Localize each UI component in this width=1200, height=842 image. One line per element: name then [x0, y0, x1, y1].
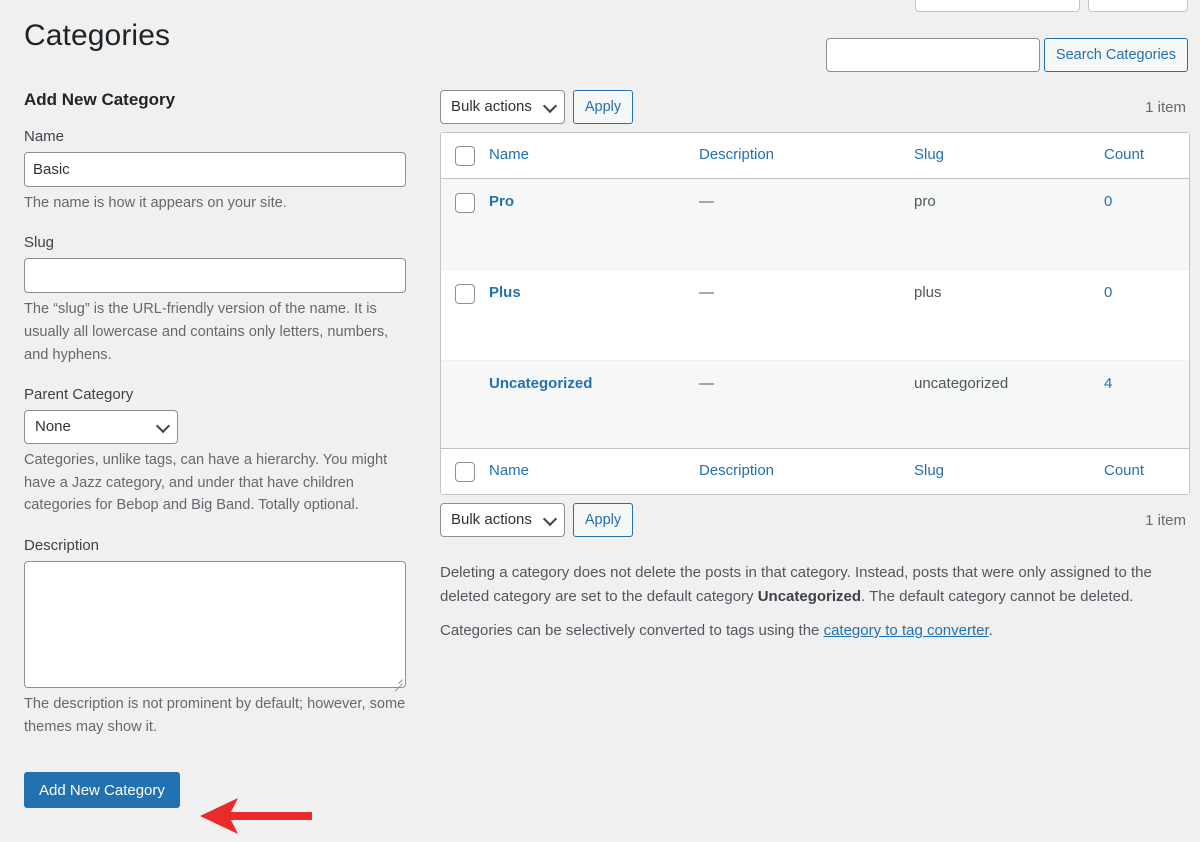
annotation-arrow-icon — [200, 798, 312, 834]
name-input[interactable] — [24, 151, 406, 187]
row-slug-cell: plus — [914, 269, 1104, 360]
select-all-header — [441, 133, 489, 179]
categories-list: Bulk actions Apply 1 item Name Descripti… — [440, 88, 1190, 653]
tablenav-top: Bulk actions Apply 1 item — [440, 88, 1188, 126]
add-new-category-form: Add New Category Name The name is how it… — [24, 88, 406, 809]
tablenav-bottom: Bulk actions Apply 1 item — [440, 501, 1188, 539]
table-row: Uncategorized — uncategorized 4 — [441, 360, 1189, 448]
description-help: The description is not prominent by defa… — [24, 696, 406, 735]
row-slug-cell: uncategorized — [914, 360, 1104, 448]
field-parent-category: Parent Category None Categories, unlike … — [24, 384, 406, 517]
row-description-cell: — — [699, 179, 914, 269]
row-checkbox-cell — [441, 269, 489, 360]
column-footer-count[interactable]: Count — [1104, 448, 1189, 494]
table-body: Pro — pro 0 Plus — plus 0 Uncategorized … — [441, 179, 1189, 448]
table-row: Pro — pro 0 — [441, 179, 1189, 269]
description-label: Description — [24, 537, 100, 555]
column-header-count[interactable]: Count — [1104, 133, 1189, 179]
slug-input[interactable] — [24, 258, 406, 294]
category-name-link[interactable]: Uncategorized — [489, 375, 592, 392]
displaying-num-top: 1 item — [1145, 98, 1186, 116]
row-checkbox-cell — [441, 179, 489, 269]
row-name-cell: Plus — [489, 269, 699, 360]
table-footer-row: Name Description Slug Count — [441, 448, 1189, 494]
field-description: Description The description is not promi… — [24, 535, 406, 738]
row-name-cell: Pro — [489, 179, 699, 269]
row-description-cell: — — [699, 269, 914, 360]
help-tab[interactable] — [1088, 0, 1188, 12]
column-footer-slug[interactable]: Slug — [914, 448, 1104, 494]
row-count-cell: 4 — [1104, 360, 1189, 448]
displaying-num-bottom: 1 item — [1145, 511, 1186, 529]
description-textarea[interactable] — [24, 561, 406, 689]
converter-note-part2: . — [988, 622, 993, 639]
category-count-link[interactable]: 0 — [1104, 193, 1112, 210]
category-count-link[interactable]: 0 — [1104, 284, 1112, 301]
category-count-link[interactable]: 4 — [1104, 375, 1112, 392]
row-name-cell: Uncategorized — [489, 360, 699, 448]
row-checkbox[interactable] — [455, 193, 475, 213]
delete-note-part2: . The default category cannot be deleted… — [861, 588, 1134, 605]
table-head: Name Description Slug Count — [441, 133, 1189, 179]
column-header-slug[interactable]: Slug — [914, 133, 1104, 179]
parent-category-label: Parent Category — [24, 386, 134, 404]
category-name-link[interactable]: Plus — [489, 284, 521, 301]
column-footer-name[interactable]: Name — [489, 448, 699, 494]
page-title: Categories — [24, 19, 171, 53]
select-all-checkbox-top[interactable] — [455, 146, 475, 166]
row-description-cell: — — [699, 360, 914, 448]
form-heading: Add New Category — [24, 90, 176, 109]
category-notes: Deleting a category does not delete the … — [440, 561, 1186, 643]
row-count-cell: 0 — [1104, 269, 1189, 360]
parent-category-select-wrap: None — [24, 410, 178, 445]
slug-help: The “slug” is the URL-friendly version o… — [24, 301, 389, 363]
column-footer-description[interactable]: Description — [699, 448, 914, 494]
default-category-name: Uncategorized — [757, 588, 862, 605]
field-name: Name The name is how it appears on your … — [24, 126, 406, 215]
apply-button-bottom[interactable]: Apply — [572, 503, 634, 537]
table-header-row: Name Description Slug Count — [441, 133, 1189, 179]
select-all-checkbox-bottom[interactable] — [455, 462, 475, 482]
add-new-category-submit-button[interactable]: Add New Category — [24, 772, 180, 809]
row-checkbox[interactable] — [455, 284, 475, 304]
column-header-name[interactable]: Name — [489, 133, 699, 179]
categories-table: Name Description Slug Count Pro — pro 0 … — [440, 132, 1190, 495]
converter-note: Categories can be selectively converted … — [440, 619, 1186, 643]
apply-button-top[interactable]: Apply — [572, 90, 634, 124]
parent-category-select[interactable]: None — [24, 410, 178, 445]
bulk-actions-select-top[interactable]: Bulk actions — [440, 90, 565, 124]
slug-label: Slug — [24, 234, 55, 252]
search-input[interactable] — [825, 38, 1040, 72]
screen-options-tab[interactable] — [915, 0, 1080, 12]
converter-note-part1: Categories can be selectively converted … — [440, 622, 824, 639]
select-all-footer — [441, 448, 489, 494]
row-checkbox-cell — [441, 360, 489, 448]
field-slug: Slug The “slug” is the URL-friendly vers… — [24, 232, 406, 366]
delete-note: Deleting a category does not delete the … — [440, 561, 1186, 609]
description-textarea-wrap — [24, 561, 406, 692]
search-form: Search Categories — [825, 38, 1188, 72]
bulk-actions-select-bottom[interactable]: Bulk actions — [440, 503, 565, 537]
name-help: The name is how it appears on your site. — [24, 194, 287, 211]
row-slug-cell: pro — [914, 179, 1104, 269]
categories-admin-page: Categories Search Categories Add New Cat… — [0, 0, 1200, 842]
row-count-cell: 0 — [1104, 179, 1189, 269]
category-name-link[interactable]: Pro — [489, 193, 514, 210]
table-foot: Name Description Slug Count — [441, 448, 1189, 494]
table-row: Plus — plus 0 — [441, 269, 1189, 360]
bulk-actions-bottom-wrap: Bulk actions — [440, 503, 565, 537]
category-to-tag-converter-link[interactable]: category to tag converter — [824, 622, 989, 639]
parent-category-help: Categories, unlike tags, can have a hier… — [24, 452, 388, 514]
screen-meta-tabs — [915, 0, 1188, 12]
search-categories-button[interactable]: Search Categories — [1043, 38, 1188, 72]
name-label: Name — [24, 127, 65, 145]
bulk-actions-top-wrap: Bulk actions — [440, 90, 565, 124]
column-header-description[interactable]: Description — [699, 133, 914, 179]
